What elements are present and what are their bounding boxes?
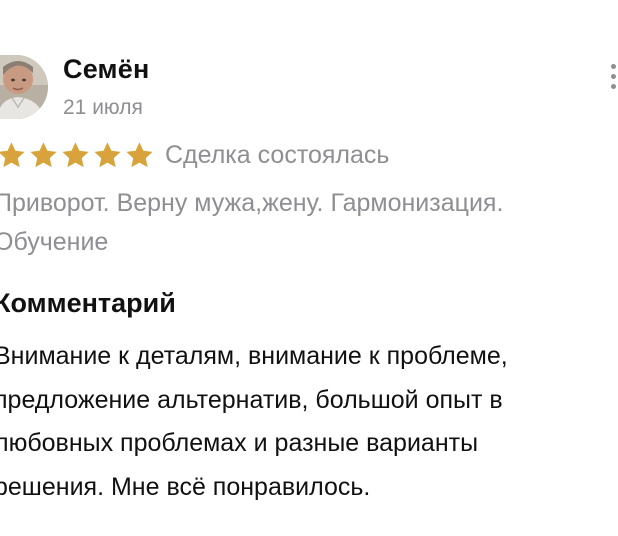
service-description: Приворот. Верну мужа,жену. Гармонизация.… <box>0 184 618 262</box>
rating-row: Сделка состоялась <box>0 138 389 172</box>
comment-line: Внимание к деталям, внимание к проблеме, <box>0 342 508 370</box>
star-icon <box>62 141 89 167</box>
star-icon <box>94 141 121 167</box>
comment-heading: Комментарий <box>0 288 176 318</box>
star-icon <box>30 141 57 167</box>
more-vertical-icon-dot <box>611 84 616 89</box>
star-icon <box>126 141 153 167</box>
service-line: Приворот. Верну мужа,жену. Гармонизация. <box>0 189 504 217</box>
star-icon <box>0 141 25 167</box>
comment-text: Внимание к деталям, внимание к проблеме,… <box>0 335 618 509</box>
comment-line: любовных проблемах и разные варианты <box>0 429 479 457</box>
author-name[interactable]: Семён <box>63 54 149 85</box>
service-line: Обучение <box>0 228 109 256</box>
comment-line: предложение альтернатив, большой опыт в <box>0 385 503 414</box>
review-date: 21 июля <box>63 96 143 119</box>
review-card: Семён 21 июля Сделка состоялась Приворот… <box>0 0 618 536</box>
more-options-button[interactable] <box>604 62 618 92</box>
more-vertical-icon <box>611 64 616 69</box>
star-rating <box>0 140 155 171</box>
more-vertical-icon-dot <box>611 74 616 79</box>
avatar[interactable] <box>0 55 48 119</box>
user-photo-icon <box>0 55 48 119</box>
comment-line: решения. Мне всё понравилось. <box>0 472 371 501</box>
deal-status: Сделка состоялась <box>165 140 390 169</box>
